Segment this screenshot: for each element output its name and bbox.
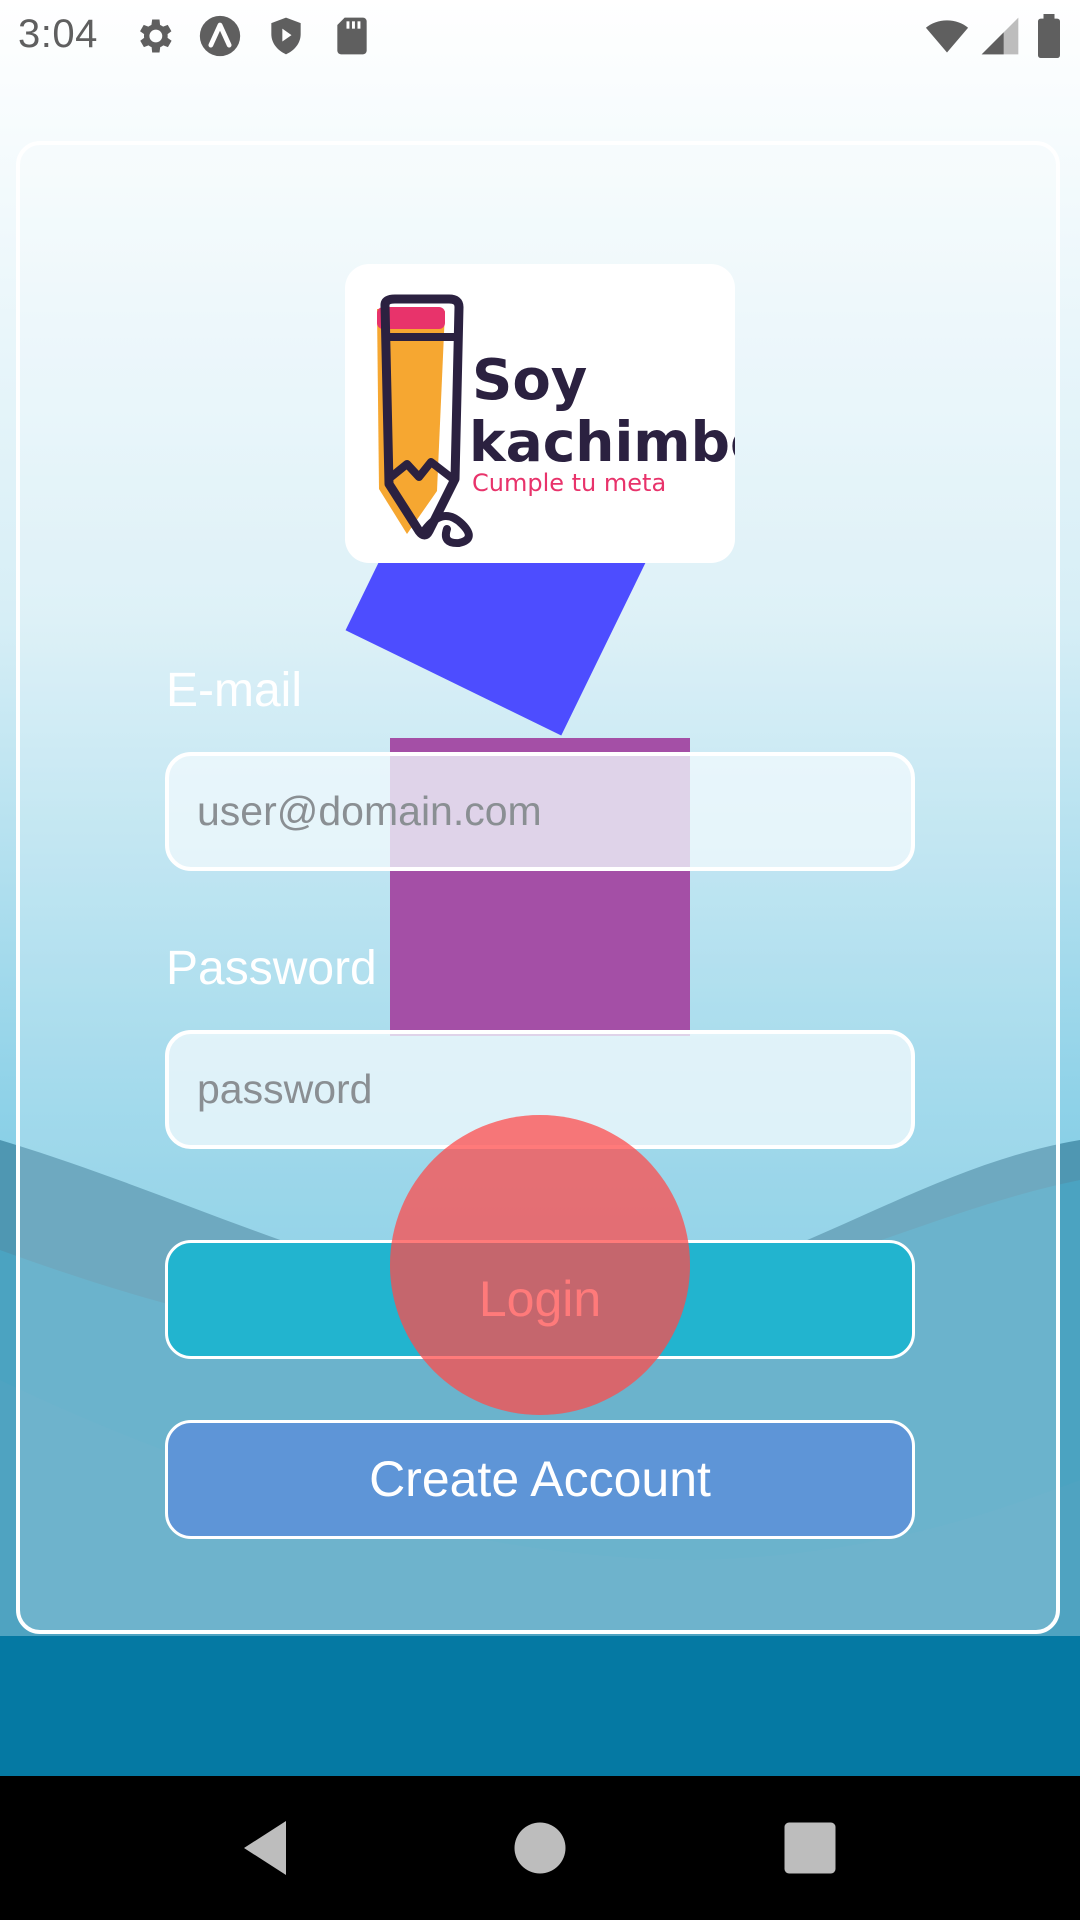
navigation-bar [0,1776,1080,1920]
svg-text:Soy: Soy [472,348,587,413]
app-logo: Soy kachimbo Cumple tu meta [345,264,735,563]
wifi-icon [925,20,969,53]
red-circle-shape-outer [390,1115,690,1415]
back-icon[interactable] [232,1812,304,1884]
password-label: Password [166,942,377,995]
svg-text:kachimbo: kachimbo [469,410,735,474]
shield-play-icon [271,17,301,55]
recents-icon[interactable] [774,1812,846,1884]
email-input[interactable] [165,752,915,871]
status-time: 3:04 [18,12,98,56]
create-account-button[interactable]: Create Account [165,1420,915,1539]
arc-app-icon [199,15,241,57]
svg-text:Cumple tu meta: Cumple tu meta [472,469,666,497]
signal-icon [981,17,1019,55]
gear-icon [140,19,172,53]
app-screen: 3:04 Soy kachimb Cumple tu meta E-mail u… [0,0,1080,1920]
battery-icon [1038,14,1060,58]
sd-card-icon [337,17,367,55]
status-bar: 3:04 [0,0,1080,72]
pencil-logo-icon: Soy kachimbo Cumple tu meta [377,294,735,548]
home-icon[interactable] [504,1812,576,1884]
email-label: E-mail [166,664,303,717]
